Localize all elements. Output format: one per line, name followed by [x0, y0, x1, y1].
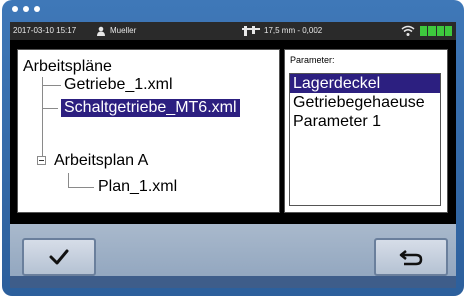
parameter-item-getriebegehaeuse[interactable]: Getriebegehaeuse	[290, 93, 440, 112]
parameter-item-lagerdeckel[interactable]: Lagerdeckel	[290, 74, 440, 93]
parameter-label: Parameter:	[290, 55, 335, 65]
status-user: Mueller	[110, 26, 137, 35]
status-bar: 2017-03-10 15:17 Mueller 17,5 mm - 0,002	[10, 22, 456, 40]
tree-item-getriebe[interactable]: Getriebe_1.xml	[64, 76, 173, 94]
checkmark-icon	[49, 249, 69, 265]
tree-item-schaltgetriebe[interactable]: Schaltgetriebe_MT6.xml	[61, 99, 240, 117]
parameter-item-parameter-1[interactable]: Parameter 1	[290, 112, 440, 131]
main-content: Arbeitspläne Getriebe_1.xml Schaltgetrie…	[10, 40, 456, 224]
dot	[34, 6, 40, 12]
tree-connector	[42, 77, 43, 163]
caliper-icon	[242, 26, 260, 36]
window-dots	[12, 6, 40, 12]
user-icon	[97, 26, 105, 36]
device-frame: 2017-03-10 15:17 Mueller 17,5 mm - 0,002…	[2, 0, 464, 296]
dot	[23, 6, 29, 12]
tree-connector	[68, 187, 94, 188]
bottom-toolbar	[10, 224, 456, 288]
parameter-panel: Parameter: Lagerdeckel Getriebegehaeuse …	[284, 49, 448, 213]
tree-item-arbeitsplan-a[interactable]: Arbeitsplan A	[54, 152, 148, 170]
tree-root-label[interactable]: Arbeitspläne	[23, 58, 112, 76]
tree-connector	[68, 173, 69, 187]
tree-connector	[43, 85, 61, 86]
confirm-button[interactable]	[22, 238, 96, 276]
status-measurement: 17,5 mm - 0,002	[264, 26, 323, 35]
parameter-list[interactable]: Lagerdeckel Getriebegehaeuse Parameter 1	[289, 73, 441, 206]
dot	[12, 6, 18, 12]
return-arrow-icon	[399, 250, 423, 266]
collapse-toggle[interactable]	[37, 156, 46, 165]
tree-connector	[43, 108, 58, 109]
back-button[interactable]	[374, 238, 448, 276]
status-datetime: 2017-03-10 15:17	[13, 26, 77, 35]
tree-item-plan-1[interactable]: Plan_1.xml	[98, 178, 177, 196]
wifi-icon	[401, 25, 415, 36]
workplan-tree: Arbeitspläne Getriebe_1.xml Schaltgetrie…	[17, 49, 280, 213]
battery-indicator	[420, 26, 452, 36]
